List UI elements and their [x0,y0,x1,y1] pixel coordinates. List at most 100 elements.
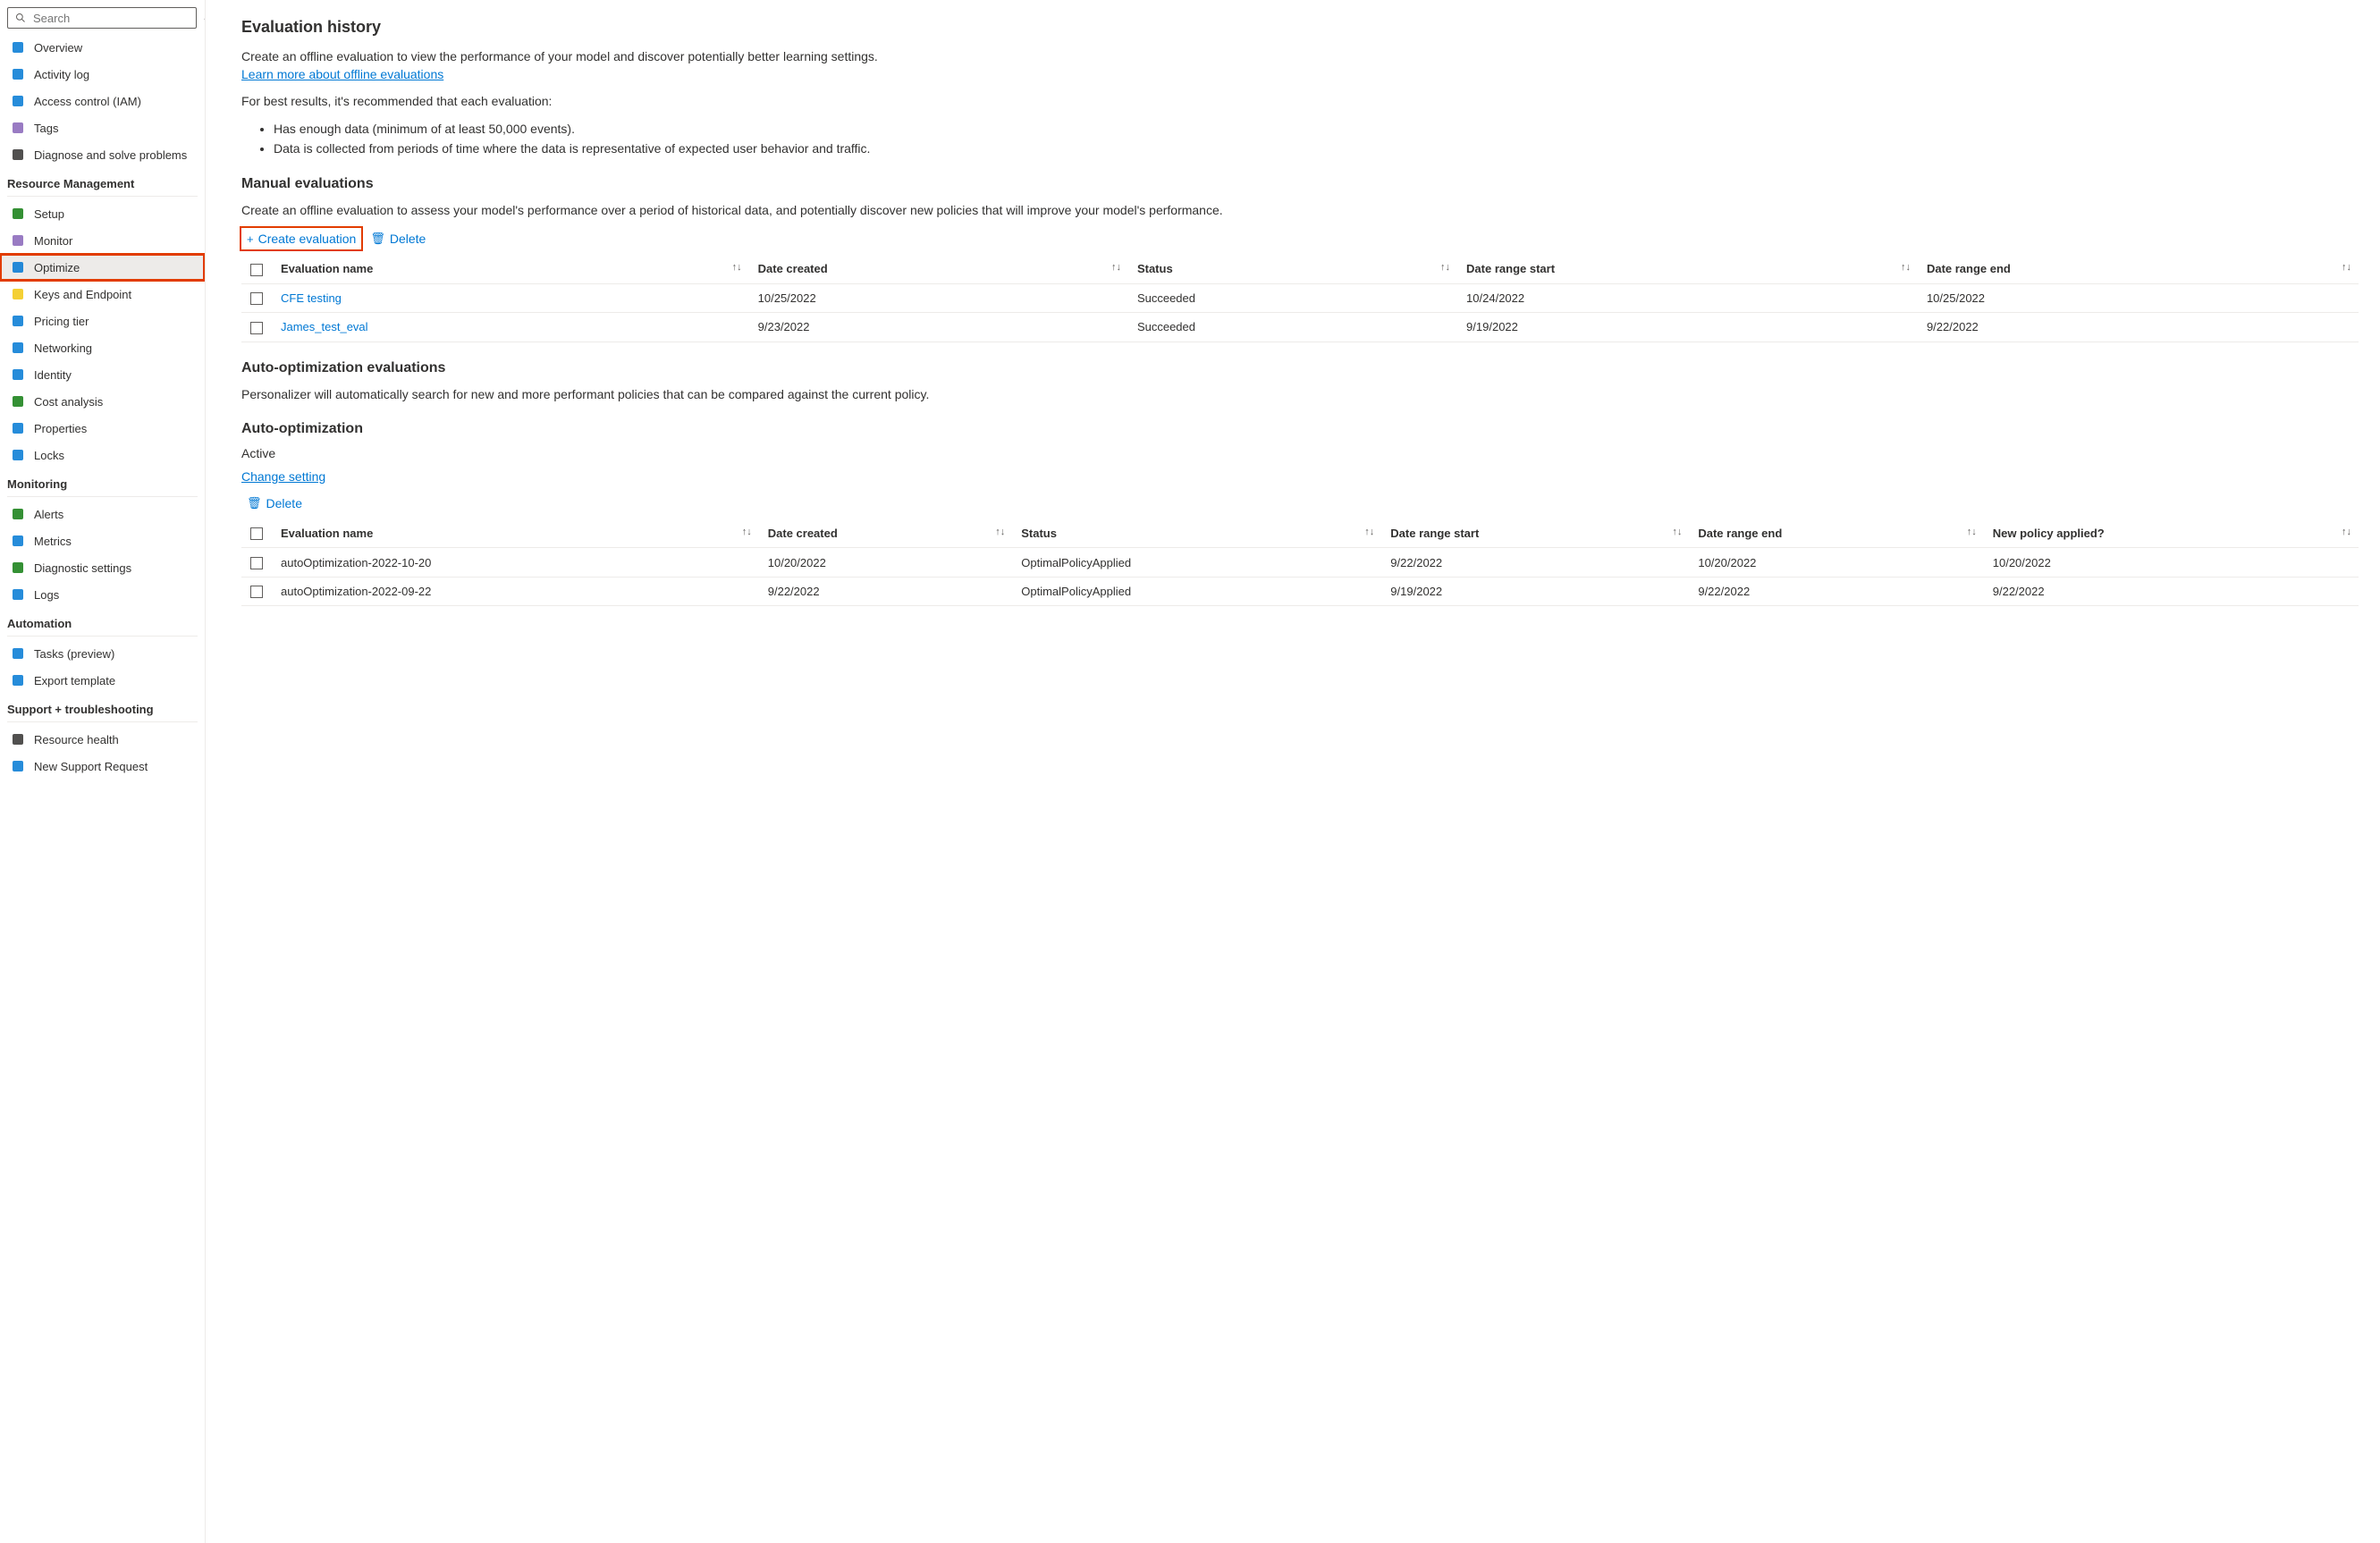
select-all-checkbox[interactable] [250,264,263,276]
table-cell: OptimalPolicyApplied [1012,548,1381,578]
nav-icon [11,40,25,55]
table-cell: 9/23/2022 [749,313,1128,342]
sidebar-item-tasks-preview-[interactable]: Tasks (preview) [0,640,205,667]
row-checkbox[interactable] [250,292,263,305]
table-cell: autoOptimization-2022-09-22 [272,577,759,606]
sort-icon[interactable]: ↑↓ [1364,527,1374,537]
table-cell: 9/19/2022 [1381,577,1689,606]
nav-icon [11,732,25,746]
table-cell: 10/20/2022 [759,548,1013,578]
nav-icon [11,314,25,328]
sidebar-item-label: Tags [34,122,58,135]
recommend-bullet: Has enough data (minimum of at least 50,… [274,119,2359,139]
sidebar-item-label: Locks [34,449,64,462]
row-checkbox[interactable] [250,322,263,334]
table-cell: Succeeded [1128,283,1457,313]
sort-icon[interactable]: ↑↓ [1901,262,1911,273]
column-header[interactable]: Status↑↓ [1012,519,1381,548]
sidebar-item-new-support-request[interactable]: New Support Request [0,753,205,780]
sort-icon[interactable]: ↑↓ [995,527,1005,537]
nav-icon [11,759,25,773]
sidebar-item-label: Keys and Endpoint [34,288,131,301]
column-header[interactable]: Date created↑↓ [749,255,1128,283]
column-header[interactable]: Status↑↓ [1128,255,1457,283]
sidebar-item-metrics[interactable]: Metrics [0,527,205,554]
search-input[interactable] [33,12,190,25]
sidebar-item-access-control-iam-[interactable]: Access control (IAM) [0,88,205,114]
column-header[interactable]: Date range end↑↓ [1918,255,2359,283]
sidebar-item-networking[interactable]: Networking [0,334,205,361]
table-cell: Succeeded [1128,313,1457,342]
sidebar-item-resource-health[interactable]: Resource health [0,726,205,753]
manual-title: Manual evaluations [241,176,2359,192]
sidebar-item-properties[interactable]: Properties [0,415,205,442]
evaluation-link[interactable]: James_test_eval [281,320,368,333]
sidebar-item-export-template[interactable]: Export template [0,667,205,694]
sidebar-item-label: Pricing tier [34,315,89,328]
evaluation-link[interactable]: CFE testing [281,291,342,305]
sidebar-item-activity-log[interactable]: Activity log [0,61,205,88]
sort-icon[interactable]: ↑↓ [1672,527,1682,537]
table-cell: OptimalPolicyApplied [1012,577,1381,606]
nav-icon [11,534,25,548]
nav-icon [11,260,25,274]
table-cell: 10/24/2022 [1457,283,1918,313]
sort-icon[interactable]: ↑↓ [742,527,752,537]
manual-evaluations-table: Evaluation name↑↓Date created↑↓Status↑↓D… [241,255,2359,342]
column-header[interactable]: New policy applied?↑↓ [1984,519,2359,548]
plus-icon: + [247,232,254,246]
delete-autoopt-button[interactable]: 🗑 Delete [241,493,308,514]
sort-icon[interactable]: ↑↓ [1111,262,1121,273]
sidebar-item-diagnose-and-solve-problems[interactable]: Diagnose and solve problems [0,141,205,168]
sidebar-item-pricing-tier[interactable]: Pricing tier [0,308,205,334]
table-cell: 9/22/2022 [1984,577,2359,606]
create-evaluation-button[interactable]: + Create evaluation [241,228,361,249]
sort-icon[interactable]: ↑↓ [1440,262,1450,273]
sidebar-item-alerts[interactable]: Alerts [0,501,205,527]
sidebar-item-cost-analysis[interactable]: Cost analysis [0,388,205,415]
sidebar-item-logs[interactable]: Logs [0,581,205,608]
sidebar-item-identity[interactable]: Identity [0,361,205,388]
sidebar-item-locks[interactable]: Locks [0,442,205,468]
nav-icon [11,367,25,382]
sidebar-item-label: Logs [34,588,59,602]
sort-icon[interactable]: ↑↓ [1967,527,1977,537]
column-header[interactable]: Date range end↑↓ [1689,519,1983,548]
row-checkbox[interactable] [250,586,263,598]
autoeval-desc: Personalizer will automatically search f… [241,385,2359,403]
sidebar-section-title: Resource Management [7,168,198,197]
sidebar-item-optimize[interactable]: Optimize [0,254,205,281]
sort-icon[interactable]: ↑↓ [732,262,742,273]
sidebar-item-diagnostic-settings[interactable]: Diagnostic settings [0,554,205,581]
sidebar-item-keys-and-endpoint[interactable]: Keys and Endpoint [0,281,205,308]
nav-icon [11,561,25,575]
manual-desc: Create an offline evaluation to assess y… [241,201,2359,219]
column-header[interactable]: Date created↑↓ [759,519,1013,548]
sidebar-item-overview[interactable]: Overview [0,34,205,61]
learn-more-link[interactable]: Learn more about offline evaluations [241,67,443,81]
sidebar-item-label: Properties [34,422,87,435]
sidebar-item-setup[interactable]: Setup [0,200,205,227]
select-all-checkbox[interactable] [250,527,263,540]
column-header[interactable]: Evaluation name↑↓ [272,519,759,548]
table-row: autoOptimization-2022-10-2010/20/2022Opt… [241,548,2359,578]
sort-icon[interactable]: ↑↓ [2342,527,2351,537]
column-header[interactable]: Date range start↑↓ [1457,255,1918,283]
table-cell: 9/22/2022 [759,577,1013,606]
nav-icon [11,507,25,521]
row-checkbox[interactable] [250,557,263,569]
sidebar-item-label: Cost analysis [34,395,103,409]
sort-icon[interactable]: ↑↓ [2342,262,2351,273]
recommend-bullet: Data is collected from periods of time w… [274,139,2359,158]
trash-icon: 🗑 [370,232,385,246]
sidebar-item-monitor[interactable]: Monitor [0,227,205,254]
autoopt-title: Auto-optimization [241,421,2359,437]
delete-manual-button[interactable]: 🗑 Delete [365,228,431,249]
column-header[interactable]: Date range start↑↓ [1381,519,1689,548]
nav-icon [11,673,25,687]
sidebar-item-tags[interactable]: Tags [0,114,205,141]
table-cell: 10/25/2022 [749,283,1128,313]
change-setting-link[interactable]: Change setting [241,469,325,484]
column-header[interactable]: Evaluation name↑↓ [272,255,749,283]
search-box[interactable] [7,7,197,29]
